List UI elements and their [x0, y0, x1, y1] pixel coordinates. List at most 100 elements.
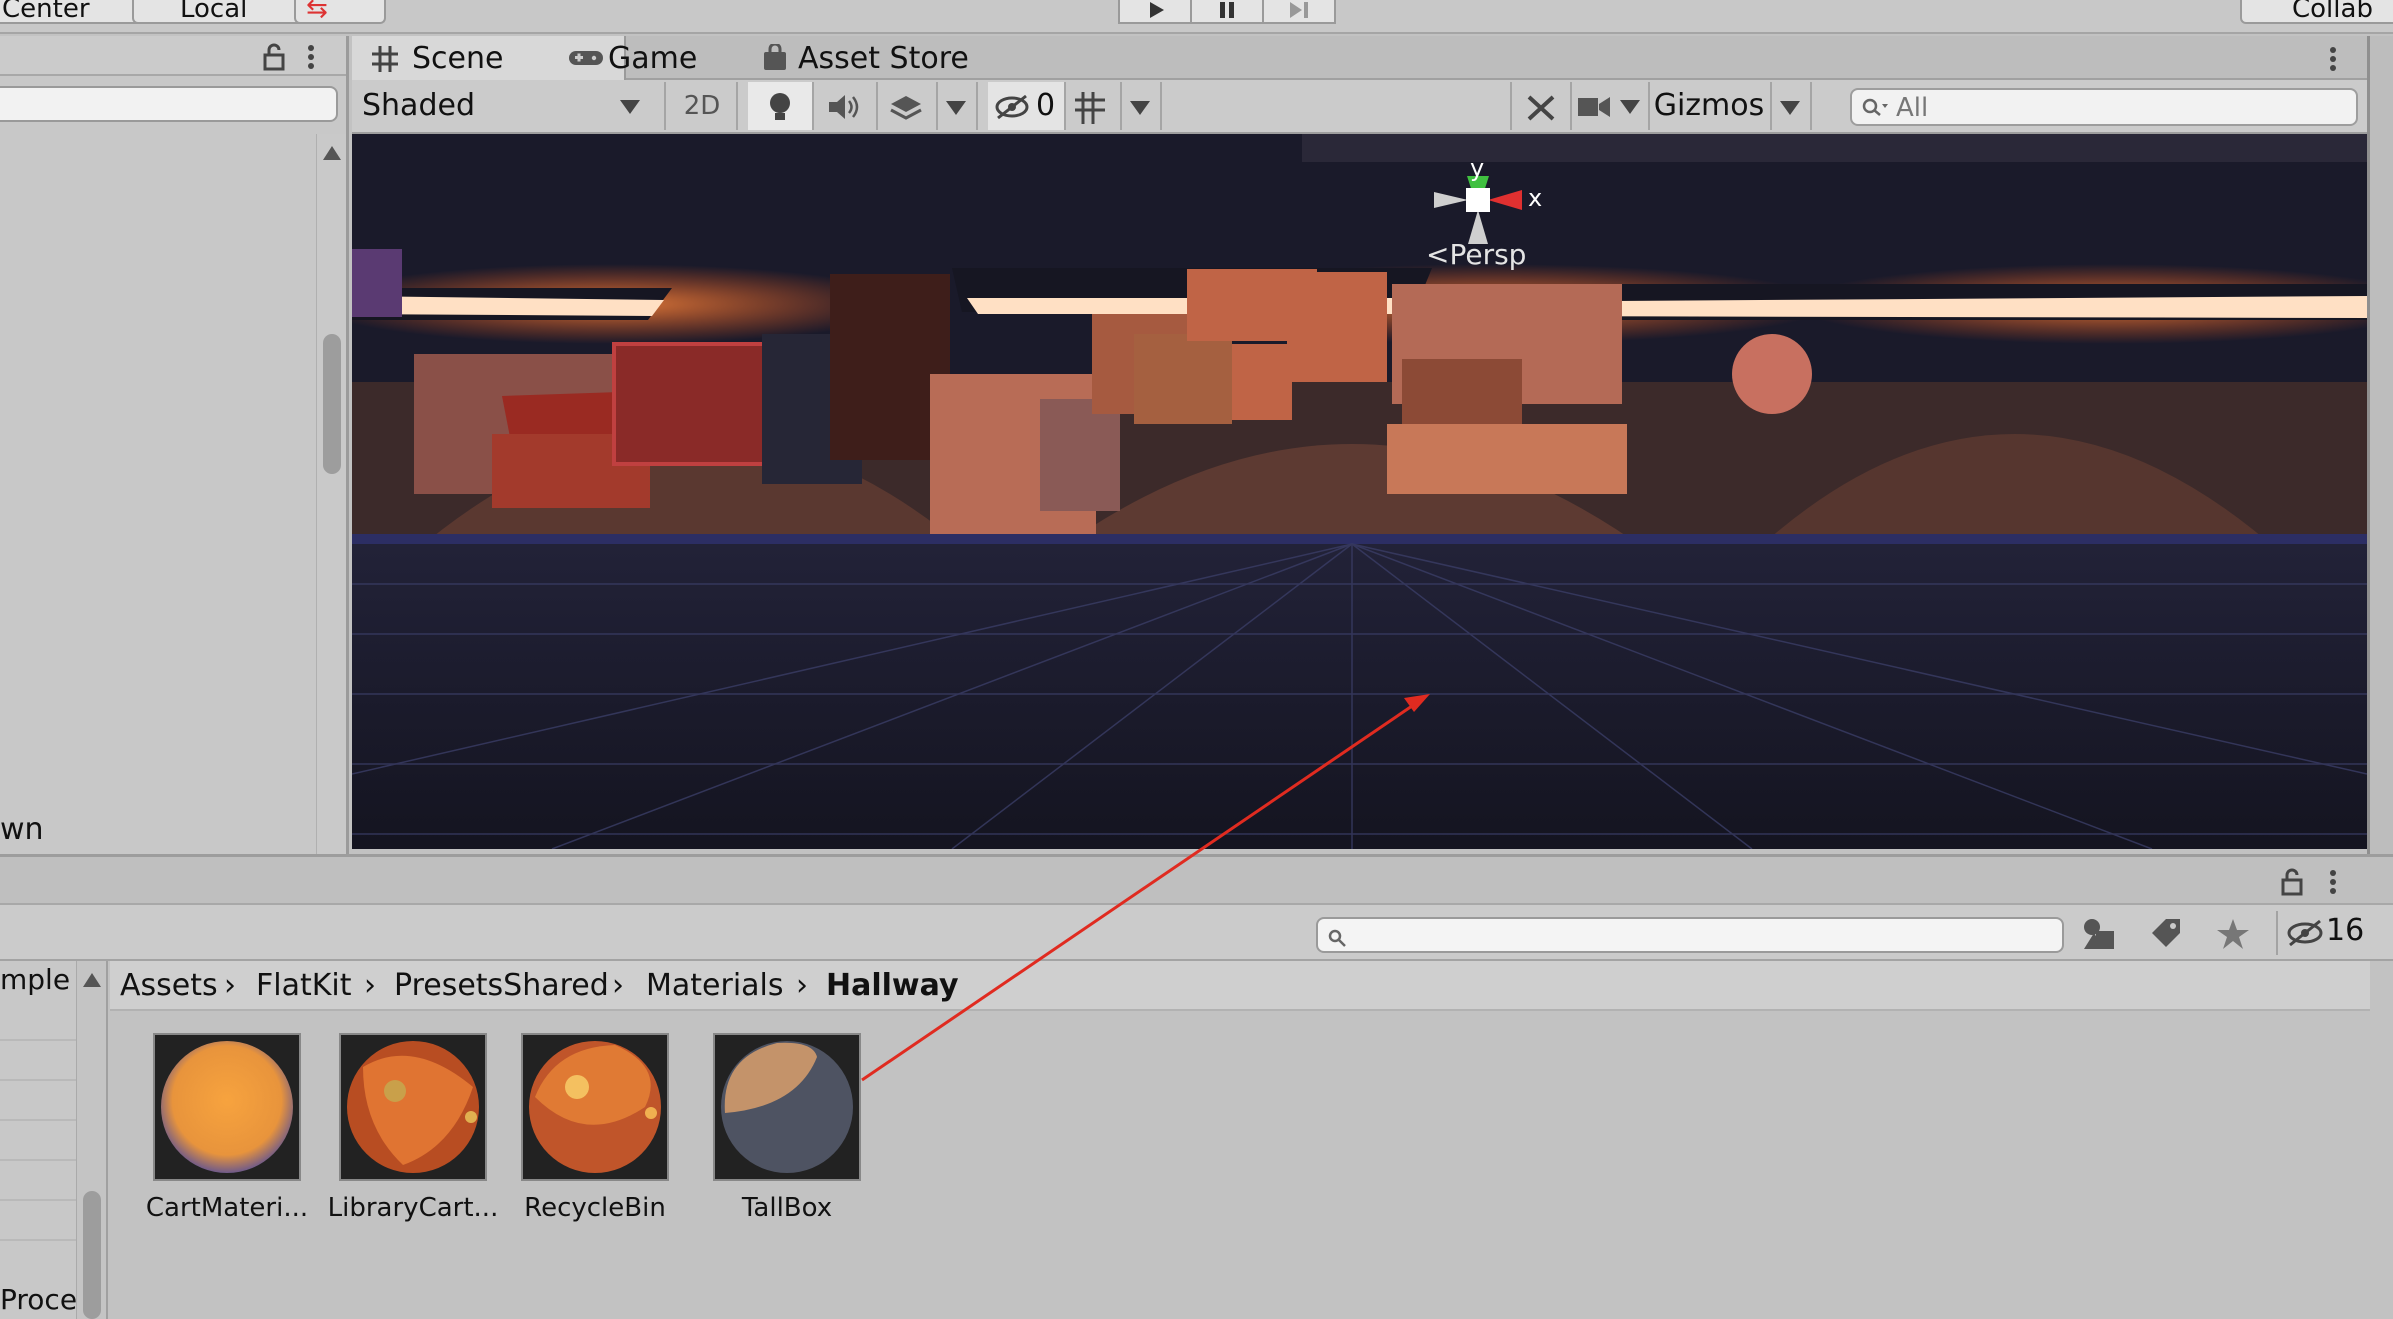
scrollbar-thumb[interactable]	[83, 1191, 101, 1319]
chevron-right-icon: ›	[224, 968, 236, 1003]
projection-toggle[interactable]: <Persp	[1426, 238, 1526, 271]
chevron-right-icon: ›	[796, 968, 808, 1003]
tab-asset-store[interactable]: Asset Store	[738, 36, 1054, 80]
projection-label: Persp	[1449, 238, 1527, 271]
scene-view-toolbar: Shaded 2D 0 Gizmos All	[352, 80, 2367, 134]
material-thumbnail	[339, 1033, 487, 1181]
scene-render	[352, 134, 2367, 849]
material-thumbnail	[713, 1033, 861, 1181]
speaker-icon	[829, 95, 859, 119]
asset-item[interactable]: CartMateri...	[132, 1033, 322, 1223]
grid-snapping-toggle[interactable]	[1064, 82, 1122, 130]
asset-item[interactable]: RecycleBin	[500, 1033, 690, 1223]
lock-icon[interactable]	[262, 42, 286, 72]
gamepad-icon	[569, 51, 603, 65]
chevron-right-icon: ›	[364, 968, 376, 1003]
tools-icon	[1527, 95, 1555, 121]
folder-item[interactable]	[0, 1043, 76, 1081]
grid-icon	[372, 46, 398, 72]
more-options-icon[interactable]	[2326, 44, 2340, 74]
more-options-icon[interactable]	[2326, 867, 2340, 897]
grid-dropdown[interactable]	[1120, 82, 1162, 130]
breadcrumb-presetsshared[interactable]: PresetsShared	[394, 961, 609, 1011]
lighting-toggle[interactable]	[748, 82, 814, 130]
pivot-center-button[interactable]: Center	[0, 0, 154, 24]
hierarchy-panel: wn	[0, 36, 349, 888]
tab-asset-store-label: Asset Store	[798, 41, 969, 76]
gizmos-dropdown[interactable]	[1770, 82, 1812, 130]
gizmos-button[interactable]: Gizmos	[1648, 82, 1772, 130]
hidden-packages-toggle[interactable]: 16	[2276, 911, 2386, 955]
layers-icon	[890, 96, 922, 120]
asset-item[interactable]: LibraryCart...	[318, 1033, 508, 1223]
hidden-eye-icon	[995, 94, 1029, 120]
chevron-down-icon	[1780, 101, 1800, 115]
more-options-icon[interactable]	[304, 42, 318, 72]
material-thumbnail	[521, 1033, 669, 1181]
project-folder-tree: mple Proce	[0, 961, 108, 1319]
asset-item[interactable]: TallBox	[692, 1033, 882, 1223]
snap-increment-button[interactable]: ⇆	[294, 0, 386, 24]
folder-item[interactable]	[0, 1083, 76, 1121]
folder-item[interactable]	[0, 1163, 76, 1201]
hierarchy-scrollbar[interactable]	[316, 134, 346, 888]
effects-toggle[interactable]	[876, 82, 938, 130]
chevron-down-icon	[1620, 100, 1640, 114]
lock-icon[interactable]	[2280, 867, 2304, 897]
folder-item[interactable]	[0, 1003, 76, 1041]
breadcrumb: Assets › FlatKit › PresetsShared › Mater…	[110, 961, 2370, 1011]
scene-search-input[interactable]: All	[1850, 88, 2358, 126]
breadcrumb-assets[interactable]: Assets	[120, 961, 218, 1011]
asset-label: LibraryCart...	[327, 1193, 499, 1223]
audio-toggle[interactable]	[812, 82, 878, 130]
right-panel-edge	[2367, 36, 2393, 854]
play-button[interactable]	[1118, 0, 1192, 24]
scrollbar-thumb[interactable]	[323, 334, 341, 474]
play-icon	[1150, 2, 1164, 18]
step-button[interactable]	[1262, 0, 1336, 24]
folder-item[interactable]	[0, 1123, 76, 1161]
project-search-input[interactable]	[1316, 917, 2064, 953]
scene-visibility-toggle[interactable]: 0	[988, 82, 1066, 130]
folder-item[interactable]: Proce	[0, 1283, 77, 1316]
pause-button[interactable]	[1190, 0, 1264, 24]
gizmo-x-label: x	[1528, 184, 1543, 212]
collab-button[interactable]: Collab	[2240, 0, 2393, 24]
tab-scene-label: Scene	[412, 41, 504, 76]
local-space-label: Local	[180, 0, 248, 24]
filter-by-label-icon[interactable]	[2148, 917, 2182, 951]
breadcrumb-materials[interactable]: Materials	[646, 961, 784, 1011]
toggle-2d-button[interactable]: 2D	[668, 82, 738, 130]
draw-mode-dropdown[interactable]: Shaded	[352, 82, 666, 130]
folder-item[interactable]	[0, 1203, 76, 1241]
asset-label: RecycleBin	[524, 1193, 666, 1223]
breadcrumb-flatkit[interactable]: FlatKit	[256, 961, 352, 1011]
chevron-right-icon: ›	[612, 968, 624, 1003]
hierarchy-item[interactable]: wn	[0, 812, 44, 847]
tools-toggle[interactable]	[1510, 82, 1572, 130]
search-icon	[1862, 98, 1888, 116]
project-header	[0, 857, 2393, 905]
effects-dropdown[interactable]	[936, 82, 978, 130]
project-panel: 16 mple Proce Assets › FlatKit › Presets…	[0, 854, 2393, 1319]
shopping-bag-icon	[764, 44, 786, 70]
pause-icon	[1220, 2, 1234, 18]
chevron-down-icon	[1130, 101, 1150, 115]
asset-label: CartMateri...	[145, 1193, 309, 1223]
hidden-packages-count: 16	[2326, 913, 2365, 948]
folder-item[interactable]: mple	[0, 963, 70, 996]
filter-by-type-icon[interactable]	[2082, 917, 2116, 951]
camera-dropdown[interactable]	[1568, 82, 1650, 130]
favorite-star-icon[interactable]	[2216, 917, 2250, 951]
scene-viewport[interactable]: y x <Persp	[352, 134, 2367, 849]
scroll-up-icon[interactable]	[83, 973, 101, 987]
lightbulb-icon	[770, 93, 790, 120]
gizmos-label: Gizmos	[1653, 88, 1765, 123]
draw-mode-value: Shaded	[362, 88, 475, 123]
breadcrumb-hallway[interactable]: Hallway	[826, 961, 959, 1011]
folder-tree-scrollbar[interactable]	[76, 961, 106, 1319]
step-icon	[1290, 2, 1308, 18]
hierarchy-search-input[interactable]	[0, 86, 338, 122]
scroll-up-icon[interactable]	[323, 146, 341, 160]
hidden-count: 0	[1036, 88, 1056, 123]
